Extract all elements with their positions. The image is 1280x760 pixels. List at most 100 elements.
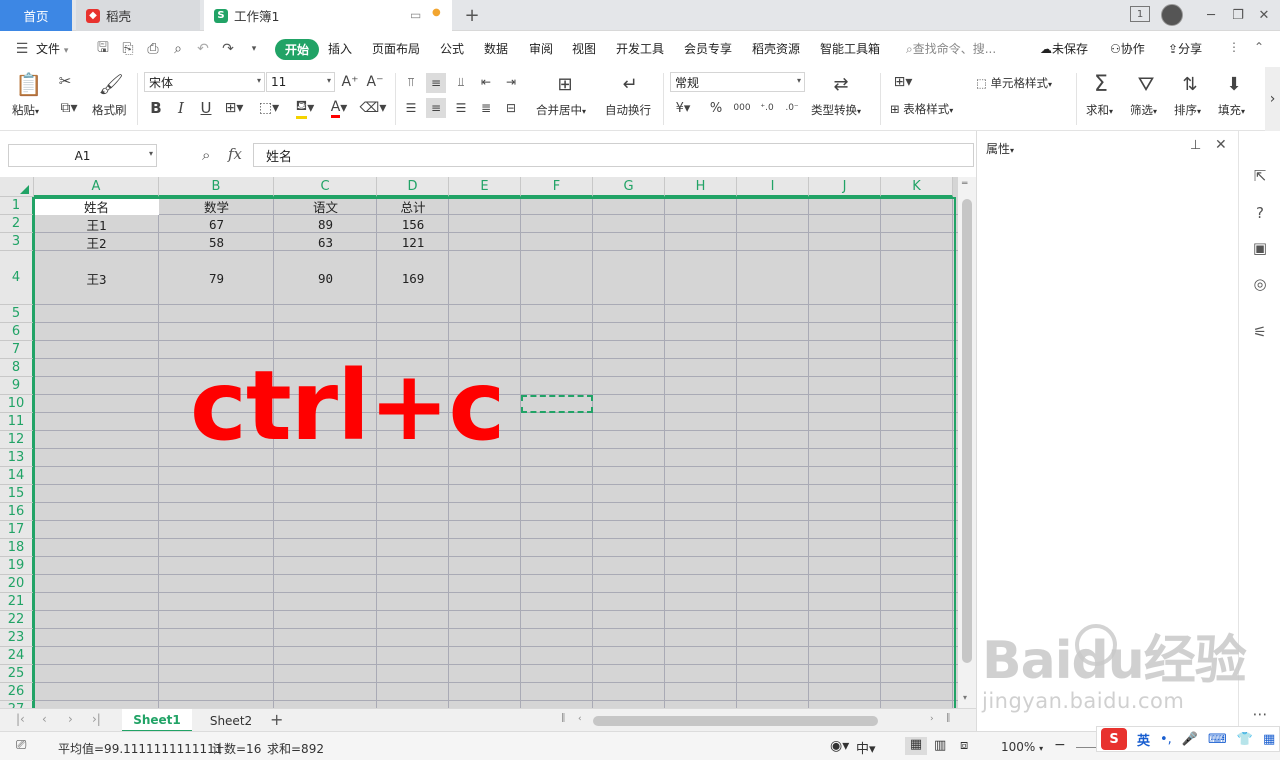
monitor-icon[interactable]: ▭ [410,8,421,22]
wrap-text-icon[interactable]: ↵ [617,72,643,96]
column-header[interactable]: C [274,177,377,197]
tab-start[interactable]: 开始 [275,39,319,60]
row-header[interactable]: 18 [0,539,34,557]
page-layout-view-icon[interactable]: ▥ [934,738,946,753]
save-icon[interactable]: 🖫 [95,40,111,57]
indent-increase-icon[interactable]: ⇥ [502,73,520,91]
row-header[interactable]: 15 [0,485,34,503]
hscroll-end-icon[interactable]: ‖ [946,713,951,723]
select-all-corner[interactable] [0,177,34,197]
bold-icon[interactable]: B [147,99,165,117]
number-format-select[interactable]: 常规 ▾ [670,72,805,92]
justify-icon[interactable]: ≣ [477,99,495,117]
align-bottom-icon[interactable]: ⫫ [452,73,470,91]
copy-icon[interactable]: ⧉▾ [56,99,82,117]
paste-button[interactable]: 粘贴▾ [12,102,39,118]
zoom-select[interactable]: 100% ▾ [1001,740,1043,754]
eye-protection-icon[interactable]: ◉▾ [830,738,849,754]
tab-workbook[interactable]: S 工作簿1 ▭ ● [204,0,452,31]
ime-menu-icon[interactable]: ▦ [1263,732,1275,747]
distribute-icon[interactable]: ⊟ [502,99,520,117]
format-painter-icon[interactable]: 🖌 [98,71,123,97]
cell[interactable]: 121 [377,233,449,251]
vertical-scroll-thumb[interactable] [962,199,972,663]
next-sheet-icon[interactable]: › [68,712,73,726]
wrap-text-button[interactable]: 自动换行 [605,102,651,118]
column-header[interactable]: J [809,177,881,197]
zoom-out-icon[interactable]: − [1054,737,1066,753]
undo-icon[interactable]: ↶ [195,41,211,57]
filter-icon[interactable]: ⛛ [1134,71,1158,97]
cell[interactable]: 79 [159,251,274,305]
cell[interactable]: 90 [274,251,377,305]
tab-home[interactable]: 首页 [0,0,72,31]
close-icon[interactable]: ✕ [1256,6,1272,24]
cell[interactable]: 王1 [34,215,159,233]
pin-icon[interactable]: ⊥ [1190,138,1201,153]
scroll-down-icon[interactable]: ▾ [963,693,967,702]
clear-format-icon[interactable]: ⌫▾ [358,99,388,117]
first-sheet-icon[interactable]: |‹ [16,712,25,726]
fill-button[interactable]: 填充▾ [1218,102,1245,118]
row-header[interactable]: 3 [0,233,34,251]
row-header[interactable]: 9 [0,377,34,395]
sum-icon[interactable]: Σ [1089,71,1113,97]
column-header[interactable]: K [881,177,953,197]
column-header[interactable]: A [34,177,159,197]
border-style-icon[interactable]: ⬚▾ [255,99,283,117]
hamburger-icon[interactable]: ☰ [14,41,30,57]
row-header[interactable]: 13 [0,449,34,467]
close-pane-icon[interactable]: ✕ [1215,137,1227,153]
percent-icon[interactable]: % [706,99,726,117]
more-icon[interactable]: ⋯ [1251,705,1269,723]
font-name-select[interactable]: 宋体 ▾ [144,72,265,92]
row-header[interactable]: 20 [0,575,34,593]
column-header[interactable]: G [593,177,665,197]
format-painter-label[interactable]: 格式刷 [92,102,127,118]
row-header[interactable]: 6 [0,323,34,341]
row-header[interactable]: 25 [0,665,34,683]
row-header[interactable]: 4 [0,251,34,305]
redo-icon[interactable]: ↷ [220,41,236,57]
cell[interactable]: 63 [274,233,377,251]
skin-icon[interactable]: 👕 [1237,732,1253,747]
scroll-right-icon[interactable]: › [930,714,934,724]
fx-icon[interactable]: fx [228,145,242,163]
spreadsheet-grid[interactable]: ABCDEFGHIJK 1 2 3 4 5 6 7 8 9 10 11 12 13 14 15 16 17 18 1… [0,177,958,708]
sogou-logo-icon[interactable]: S [1101,728,1127,750]
row-header[interactable]: 17 [0,521,34,539]
row-header[interactable]: 8 [0,359,34,377]
punctuation-icon[interactable]: •, [1160,732,1172,747]
row-header[interactable]: 10 [0,395,34,413]
italic-icon[interactable]: I [172,99,190,117]
column-header[interactable]: H [665,177,737,197]
row-header[interactable]: 24 [0,647,34,665]
row-header[interactable]: 1 [0,197,34,215]
tab-page-layout[interactable]: 页面布局 [372,40,420,57]
row-header[interactable]: 14 [0,467,34,485]
print-icon[interactable]: ⎙ [145,41,161,57]
input-mode-icon[interactable]: 中▾ [856,738,876,757]
fill-icon[interactable]: ⬇ [1222,71,1246,97]
microphone-icon[interactable]: 🎤 [1182,732,1198,747]
row-header[interactable]: 7 [0,341,34,359]
cell[interactable]: 王3 [34,251,159,305]
align-top-icon[interactable]: ⫪ [402,73,420,91]
column-header[interactable]: B [159,177,274,197]
last-sheet-icon[interactable]: ›| [92,712,101,726]
formula-input[interactable]: 姓名 [253,143,974,167]
row-header[interactable]: 5 [0,305,34,323]
name-box[interactable]: A1 ▾ [8,144,157,167]
help-icon[interactable]: ? [1251,204,1269,222]
cell[interactable]: 58 [159,233,274,251]
cell[interactable]: 数学 [159,197,274,215]
merge-center-icon[interactable]: ⊞ [552,72,578,96]
collapse-ribbon-icon[interactable]: ⌃ [1254,40,1264,54]
column-header[interactable]: I [737,177,809,197]
row-header[interactable]: 21 [0,593,34,611]
share-button[interactable]: ⇪分享 [1168,40,1202,57]
increase-decimal-icon[interactable]: ⁺.0 [757,99,777,117]
new-tab-button[interactable]: + [462,5,482,26]
sum-button[interactable]: 求和▾ [1086,102,1113,118]
tab-data[interactable]: 数据 [484,40,508,57]
